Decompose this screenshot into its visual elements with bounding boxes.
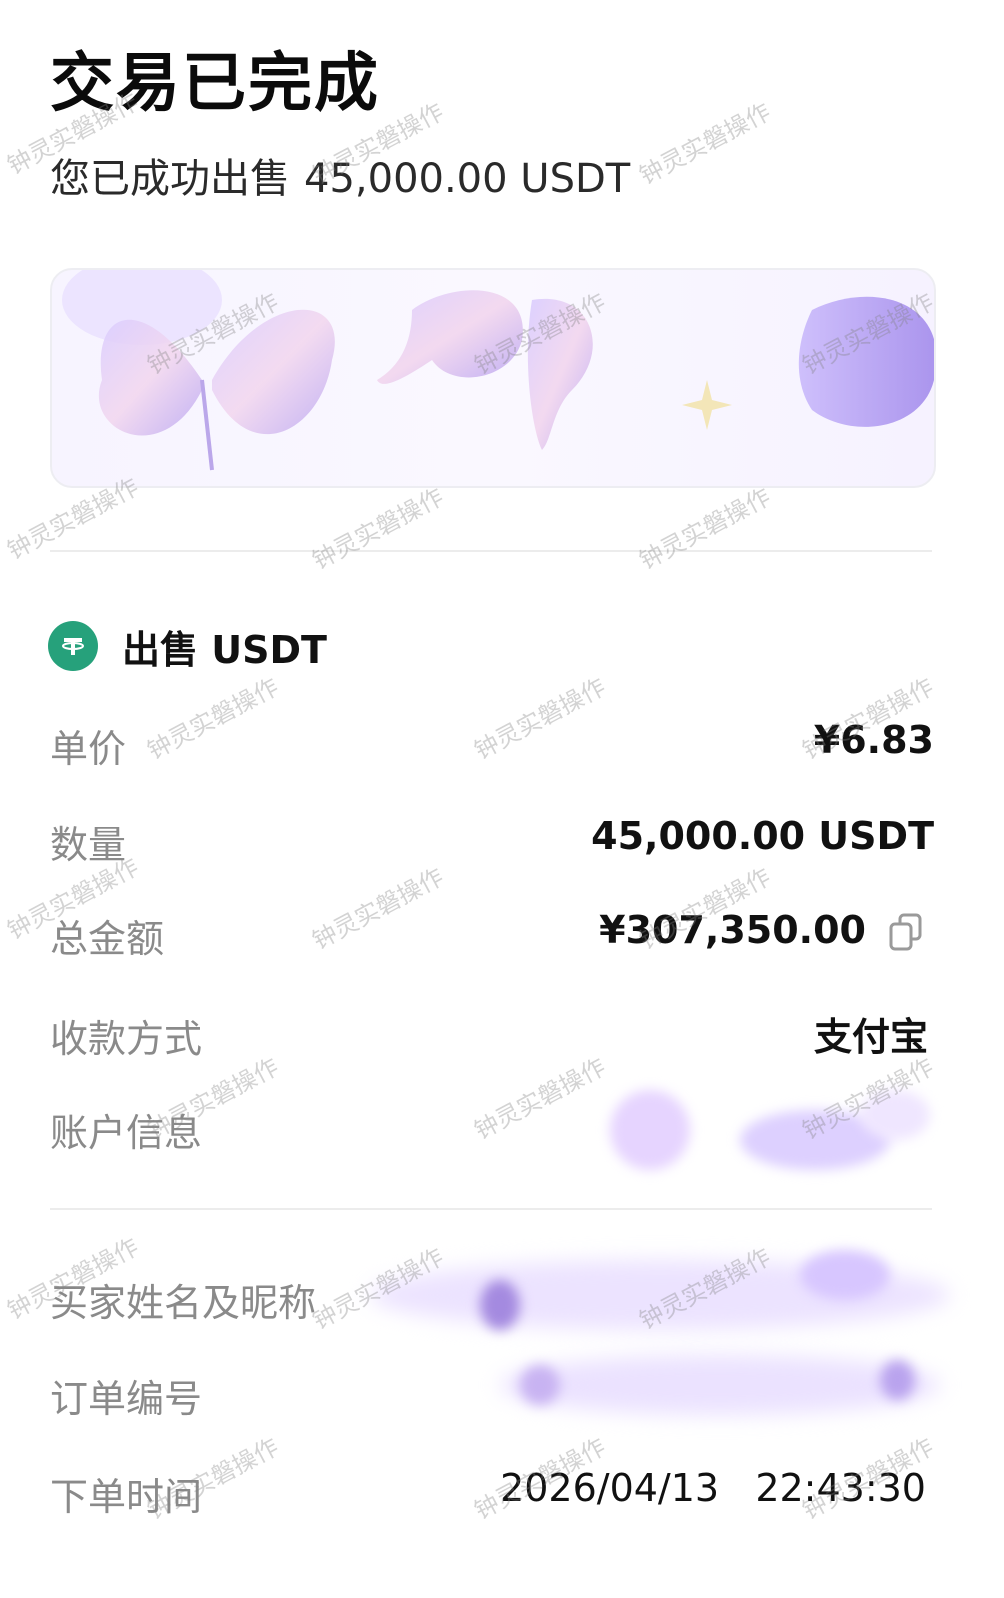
quantity-value: 45,000.00 USDT [591,814,934,858]
account-info-obscured [600,1080,940,1190]
page-title: 交易已完成 [50,47,380,121]
order-number-obscured [500,1340,950,1430]
divider [50,550,932,552]
watermark-text: 钟灵实磐操作 [469,672,611,766]
watermark-text: 钟灵实磐操作 [469,1052,611,1146]
order-section-title: 出售 USDT [122,627,327,672]
sale-summary-amount: 45,000.00 USDT [304,156,631,202]
obscured-banner-card [50,268,936,488]
watermark-text: 钟灵实磐操作 [307,862,449,956]
payment-method-value: 支付宝 [813,1015,928,1059]
copy-icon[interactable] [888,912,924,952]
buyer-name-label: 买家姓名及昵称 [50,1281,317,1325]
watermark-text: 钟灵实磐操作 [142,672,284,766]
butterfly-sticker [62,270,934,471]
account-info-label: 账户信息 [50,1111,203,1155]
unit-price-value: ¥6.83 [813,718,934,762]
buyer-name-obscured [370,1240,970,1340]
order-section-header: 出售 USDT [48,620,327,672]
sale-summary: 您已成功出售 45,000.00 USDT [50,146,630,204]
watermark-text: 钟灵实磐操作 [307,482,449,576]
sale-summary-prefix: 您已成功出售 [50,156,290,202]
payment-method-label: 收款方式 [50,1017,203,1061]
divider [50,1208,932,1210]
order-number-label: 订单编号 [50,1377,203,1421]
watermark-text: 钟灵实磐操作 [634,482,776,576]
tether-icon [48,621,98,671]
total-amount-value: ¥307,350.00 [599,908,866,952]
order-time-value: 2026/04/13 22:43:30 [500,1466,926,1510]
watermark-text: 钟灵实磐操作 [634,97,776,191]
total-amount-label: 总金额 [50,917,165,961]
quantity-label: 数量 [50,823,127,867]
order-time-label: 下单时间 [50,1475,203,1519]
unit-price-label: 单价 [50,727,127,771]
